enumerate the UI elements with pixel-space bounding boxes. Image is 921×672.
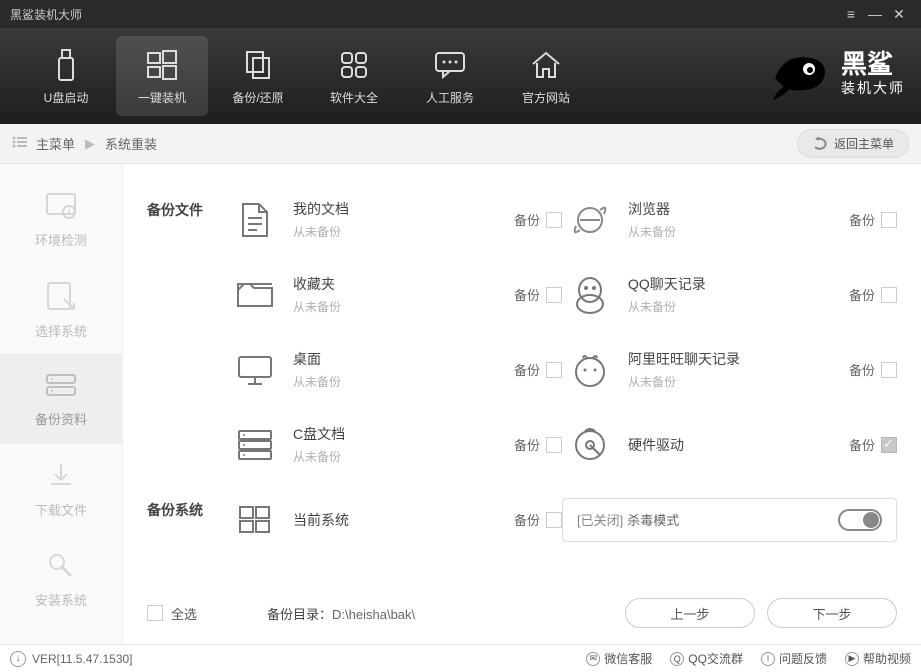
app-title: 黑鲨装机大师 bbox=[10, 6, 839, 23]
checkbox-aliww[interactable] bbox=[881, 362, 897, 378]
crumb-current: 系统重装 bbox=[105, 134, 157, 153]
apps-icon bbox=[338, 47, 370, 83]
nav-usb[interactable]: U盘启动 bbox=[20, 36, 112, 116]
checkbox-browser[interactable] bbox=[881, 212, 897, 228]
windows-icon bbox=[145, 47, 179, 83]
backup-row: 收藏夹从未备份 备份 QQ聊天记录从未备份 备份 bbox=[227, 257, 897, 332]
document-icon bbox=[227, 200, 283, 240]
footer-controls: 全选 备份目录：D:\heisha\bak\ 上一步 下一步 bbox=[147, 590, 897, 632]
link-feedback[interactable]: !问题反馈 bbox=[761, 650, 827, 667]
checkbox-qq[interactable] bbox=[881, 287, 897, 303]
section-system-label: 备份系统 bbox=[147, 500, 203, 520]
backup-row: 桌面从未备份 备份 阿里旺旺聊天记录从未备份 备份 bbox=[227, 332, 897, 407]
side-backup-data[interactable]: 备份资料 bbox=[0, 354, 122, 444]
server-icon bbox=[227, 427, 283, 463]
brand-logo: 黑鲨 装机大师 bbox=[765, 38, 905, 108]
shark-icon bbox=[765, 38, 835, 108]
main-panel: 备份文件 我的文档从未备份 备份 浏览器从未备份 备份 收藏夹 bbox=[123, 164, 921, 644]
ie-icon bbox=[562, 200, 618, 240]
close-icon[interactable]: ✕ bbox=[887, 6, 911, 23]
breadcrumb: 主菜单 ▶ 系统重装 返回主菜单 bbox=[0, 124, 921, 164]
link-qqgroup[interactable]: QQQ交流群 bbox=[670, 650, 743, 667]
checkbox-docs[interactable] bbox=[546, 212, 562, 228]
checkbox-fav[interactable] bbox=[546, 287, 562, 303]
side-select-system[interactable]: 选择系统 bbox=[0, 264, 122, 354]
side-install[interactable]: 安装系统 bbox=[0, 534, 122, 624]
list-icon bbox=[12, 136, 28, 151]
home-icon bbox=[529, 47, 563, 83]
next-button[interactable]: 下一步 bbox=[767, 598, 897, 628]
play-icon: ▶ bbox=[845, 652, 859, 666]
prev-button[interactable]: 上一步 bbox=[625, 598, 755, 628]
back-arrow-icon bbox=[812, 137, 828, 151]
monitor-icon bbox=[227, 352, 283, 388]
minimize-icon[interactable]: — bbox=[863, 6, 887, 22]
side-env-check[interactable]: 环境检测 bbox=[0, 174, 122, 264]
backup-path[interactable]: 备份目录：D:\heisha\bak\ bbox=[267, 604, 415, 623]
antivirus-toggle[interactable] bbox=[838, 509, 882, 531]
menu-icon[interactable]: ≡ bbox=[839, 6, 863, 22]
titlebar: 黑鲨装机大师 ≡ — ✕ bbox=[0, 0, 921, 28]
status-bar: ↓ VER[11.5.47.1530] ✉微信客服 QQQ交流群 !问题反馈 ▶… bbox=[0, 644, 921, 672]
side-download[interactable]: 下载文件 bbox=[0, 444, 122, 534]
back-button[interactable]: 返回主菜单 bbox=[797, 129, 909, 158]
chat-icon bbox=[433, 47, 467, 83]
wechat-icon: ✉ bbox=[586, 652, 600, 666]
checkbox-cursys[interactable] bbox=[546, 512, 562, 528]
nav-website[interactable]: 官方网站 bbox=[500, 36, 592, 116]
backup-row: 我的文档从未备份 备份 浏览器从未备份 备份 bbox=[227, 182, 897, 257]
nav-backup-restore[interactable]: 备份/还原 bbox=[212, 36, 304, 116]
copy-icon bbox=[241, 47, 275, 83]
backup-row: 当前系统 备份 [已关闭] 杀毒模式 bbox=[227, 482, 897, 557]
backup-row: C盘文档从未备份 备份 硬件驱动 备份 bbox=[227, 407, 897, 482]
usb-icon bbox=[51, 47, 81, 83]
sidebar: 环境检测 选择系统 备份资料 下载文件 安装系统 bbox=[0, 164, 123, 644]
top-nav: U盘启动 一键装机 备份/还原 软件大全 人工服务 官方网站 黑鲨 装机大 bbox=[0, 28, 921, 124]
chevron-right-icon: ▶ bbox=[85, 136, 95, 152]
link-wechat[interactable]: ✉微信客服 bbox=[586, 650, 652, 667]
windows-grid-icon bbox=[227, 503, 283, 537]
section-files-label: 备份文件 bbox=[147, 200, 203, 220]
select-all[interactable]: 全选 bbox=[147, 604, 197, 623]
folder-icon bbox=[227, 278, 283, 312]
antivirus-panel: [已关闭] 杀毒模式 bbox=[562, 498, 897, 542]
qq-icon bbox=[562, 274, 618, 316]
checkbox-cdrive[interactable] bbox=[546, 437, 562, 453]
aliww-icon bbox=[562, 350, 618, 390]
crumb-root[interactable]: 主菜单 bbox=[36, 134, 75, 153]
feedback-icon: ! bbox=[761, 652, 775, 666]
checkbox-desktop[interactable] bbox=[546, 362, 562, 378]
checkbox-hw[interactable] bbox=[881, 437, 897, 453]
down-arrow-icon: ↓ bbox=[10, 651, 26, 667]
link-help-video[interactable]: ▶帮助视频 bbox=[845, 650, 911, 667]
version-label[interactable]: ↓ VER[11.5.47.1530] bbox=[10, 651, 133, 667]
nav-software[interactable]: 软件大全 bbox=[308, 36, 400, 116]
checkbox-selall[interactable] bbox=[147, 605, 163, 621]
qq-small-icon: Q bbox=[670, 652, 684, 666]
nav-reinstall[interactable]: 一键装机 bbox=[116, 36, 208, 116]
nav-support[interactable]: 人工服务 bbox=[404, 36, 496, 116]
hdd-icon bbox=[562, 425, 618, 465]
